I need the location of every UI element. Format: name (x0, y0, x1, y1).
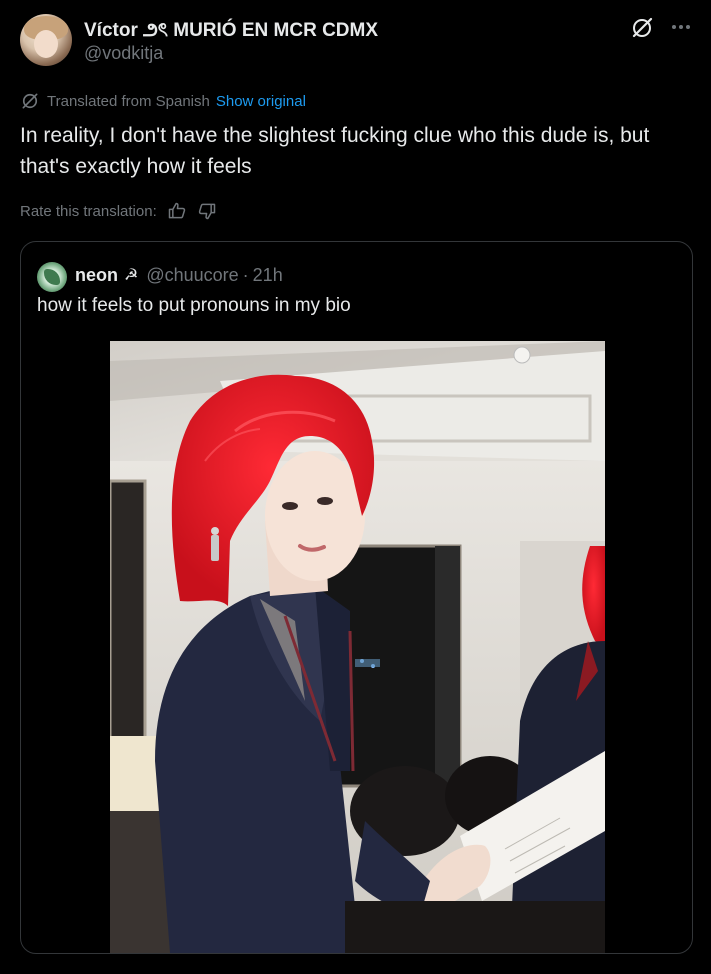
rate-translation-label: Rate this translation: (20, 202, 157, 220)
rate-translation: Rate this translation: (20, 199, 217, 223)
quoted-author-handle[interactable]: @chuucore (146, 265, 238, 286)
quoted-author-avatar[interactable] (37, 262, 67, 292)
quoted-tweet-text: how it feels to put pronouns in my bio (37, 295, 351, 316)
show-original-link[interactable]: Show original (216, 93, 306, 110)
quoted-photo[interactable] (110, 341, 605, 953)
quoted-tweet-header: neon ☭ @chuucore · 21h (75, 262, 283, 288)
quoted-timestamp[interactable]: 21h (253, 265, 283, 286)
translation-info: Translated from Spanish Show original (20, 90, 306, 112)
grok-icon[interactable] (630, 16, 654, 40)
thumbs-down-icon[interactable] (197, 201, 217, 221)
author-handle[interactable]: @vodkitja (84, 43, 163, 64)
author-avatar[interactable] (20, 14, 72, 66)
translate-icon (22, 93, 38, 109)
tweet-text: In reality, I don't have the slightest f… (20, 124, 650, 178)
more-icon[interactable] (668, 14, 694, 40)
quoted-author-emoji: ☭ (124, 267, 139, 284)
quoted-tweet[interactable]: neon ☭ @chuucore · 21h how it feels to p… (20, 241, 693, 954)
tweet: Víctor ౨ৎ MURIÓ EN MCR CDMX @vodkitja Tr… (0, 0, 711, 974)
translated-from-label: Translated from Spanish (47, 92, 210, 110)
separator-dot: · (242, 264, 249, 285)
thumbs-up-icon[interactable] (167, 201, 187, 221)
quoted-author-name[interactable]: neon (75, 265, 118, 286)
